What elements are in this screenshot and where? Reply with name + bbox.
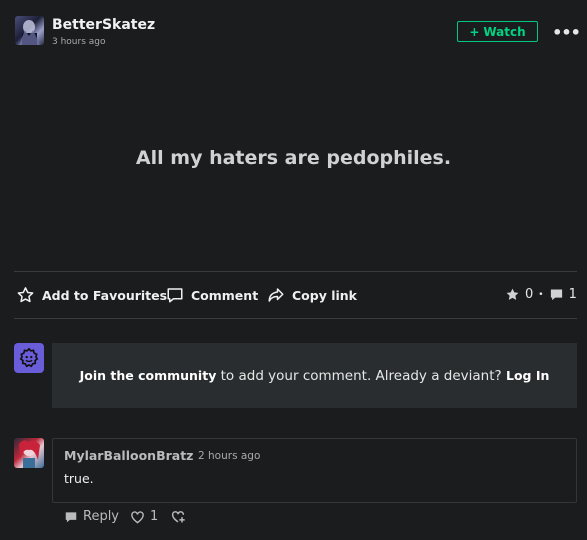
commenter-avatar[interactable] <box>14 438 44 468</box>
plus-icon: + <box>469 24 480 39</box>
likes-count: 1 <box>150 509 159 524</box>
reply-label: Reply <box>83 509 120 524</box>
watch-button[interactable]: + Watch <box>457 21 538 42</box>
favourites-count: 0 <box>525 287 534 302</box>
heart-icon <box>131 510 144 523</box>
login-link[interactable]: Log In <box>506 368 549 383</box>
star-icon <box>506 288 519 300</box>
speech-bubble-icon <box>550 289 562 301</box>
post-timestamp: 3 hours ago <box>52 37 106 47</box>
copy-link-label: Copy link <box>292 287 357 303</box>
post-stats: 0 • 1 <box>505 287 577 302</box>
join-community-prompt: Join the community to add your comment. … <box>52 343 577 408</box>
divider <box>14 271 577 272</box>
commenter-name[interactable]: MylarBalloonBratz <box>64 448 193 463</box>
reply-icon <box>65 511 77 522</box>
status-text: All my haters are pedophiles. <box>135 147 452 169</box>
add-to-favourites-button[interactable]: Add to Favourites <box>16 286 167 304</box>
stats-separator: • <box>538 289 544 300</box>
reply-button[interactable]: Reply <box>64 509 119 524</box>
add-reaction-icon <box>171 511 185 523</box>
author-avatar[interactable] <box>15 16 44 45</box>
community-logo-icon <box>19 347 39 368</box>
copy-link-button[interactable]: Copy link <box>267 286 357 304</box>
comment-button[interactable]: Comment <box>166 286 258 304</box>
star-outline-icon <box>17 287 34 303</box>
author-name[interactable]: BetterSkatez <box>52 17 155 33</box>
divider <box>14 318 577 319</box>
watch-label: Watch <box>483 24 526 39</box>
community-icon <box>14 343 44 373</box>
join-community-link[interactable]: Join the community <box>80 368 217 383</box>
favourite-label: Add to Favourites <box>42 287 168 303</box>
comment-icon <box>167 288 183 303</box>
add-reaction-button[interactable] <box>170 509 186 524</box>
comment-timestamp: 2 hours ago <box>198 450 261 462</box>
like-button[interactable]: 1 <box>130 509 158 524</box>
share-arrow-icon <box>268 288 284 302</box>
comment-label: Comment <box>191 287 259 303</box>
comment-text: true. <box>64 471 94 486</box>
more-options-button[interactable]: ••• <box>552 22 581 42</box>
comments-count: 1 <box>568 287 577 302</box>
join-prompt-text: to add your comment. Already a deviant? <box>216 367 506 384</box>
